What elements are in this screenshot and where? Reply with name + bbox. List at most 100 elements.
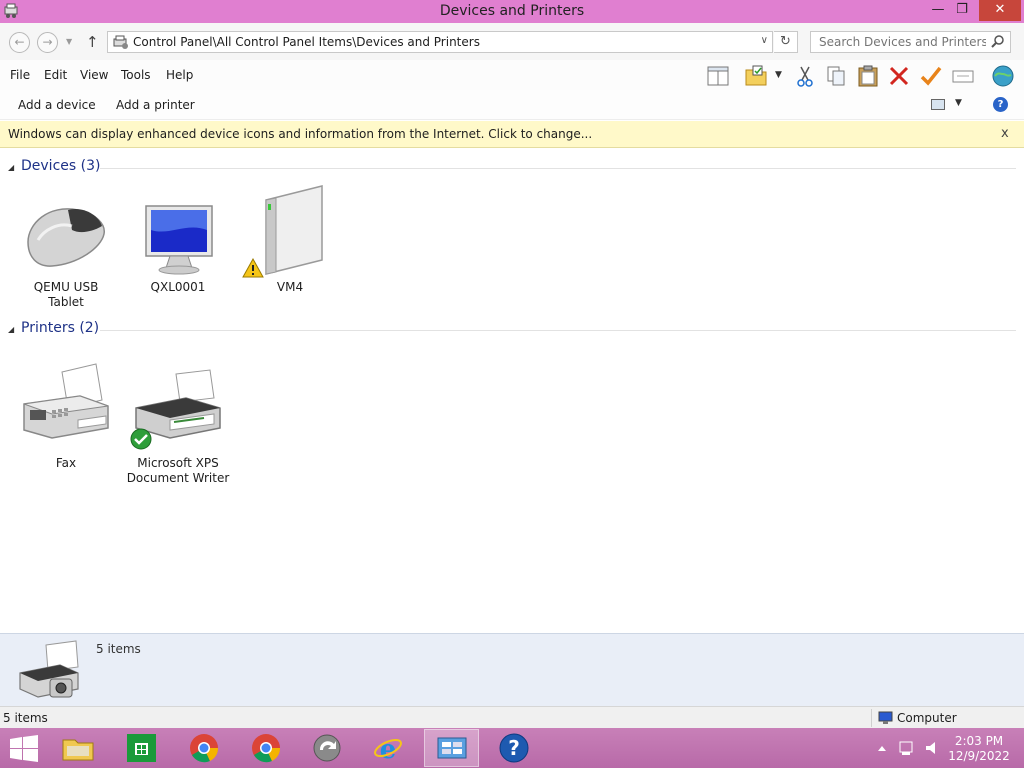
device-item-vm4[interactable]: VM4 bbox=[238, 182, 342, 312]
add-device-button[interactable]: Add a device bbox=[18, 98, 96, 112]
monitor-icon bbox=[145, 205, 213, 275]
devices-printers-large-icon bbox=[19, 640, 79, 698]
search-icon[interactable] bbox=[991, 34, 1005, 48]
recent-locations-dropdown[interactable]: ▼ bbox=[66, 37, 72, 46]
back-button[interactable]: ← bbox=[9, 32, 30, 53]
view-options-dropdown-icon[interactable]: ▼ bbox=[955, 98, 962, 108]
info-bar-close-icon[interactable]: x bbox=[1001, 126, 1009, 141]
store-icon bbox=[127, 734, 156, 762]
device-item-qxl0001[interactable]: QXL0001 bbox=[126, 182, 230, 312]
preview-pane-icon[interactable] bbox=[706, 64, 730, 88]
network-icon bbox=[899, 741, 913, 753]
taskbar-devices-printers[interactable] bbox=[424, 729, 479, 767]
status-divider bbox=[871, 709, 872, 727]
folder-options-dropdown-icon[interactable]: ▼ bbox=[775, 70, 782, 80]
taskbar: e ? 2:03 PM 12/9/2022 bbox=[0, 728, 1024, 768]
internet-explorer-icon: e bbox=[374, 735, 402, 763]
folder-options-icon[interactable] bbox=[744, 64, 768, 88]
back-arrow-icon: ← bbox=[14, 35, 25, 49]
printer-label: Fax bbox=[55, 456, 77, 470]
help-support-icon: ? bbox=[499, 733, 529, 763]
taskbar-file-explorer[interactable] bbox=[51, 729, 106, 767]
address-path[interactable]: Control Panel\All Control Panel Items\De… bbox=[133, 35, 480, 49]
printer-label: Microsoft XPS Document Writer bbox=[126, 456, 230, 485]
details-item-count: 5 items bbox=[96, 642, 141, 656]
file-explorer-icon bbox=[62, 739, 94, 761]
window-title: Devices and Printers bbox=[439, 3, 585, 19]
taskbar-internet-explorer[interactable]: e bbox=[361, 729, 416, 767]
printers-group-header[interactable]: ◢ Printers (2) bbox=[0, 320, 1024, 344]
show-hidden-icons-icon bbox=[878, 746, 886, 751]
printer-item-microsoft-xps-document-writer[interactable]: Microsoft XPS Document Writer bbox=[126, 358, 230, 488]
rename-icon[interactable] bbox=[951, 64, 975, 88]
device-label: QXL0001 bbox=[150, 280, 206, 294]
info-bar[interactable]: Windows can display enhanced device icon… bbox=[0, 121, 1024, 148]
refresh-button[interactable]: ↻ bbox=[774, 31, 798, 53]
copy-icon[interactable] bbox=[824, 64, 848, 88]
sync-arrow-icon bbox=[313, 734, 341, 762]
menu-help[interactable]: Help bbox=[166, 68, 193, 82]
printers-group-label[interactable]: Printers (2) bbox=[21, 320, 99, 336]
change-view-icon[interactable] bbox=[931, 99, 945, 110]
taskbar-sync-app[interactable] bbox=[300, 729, 355, 767]
taskbar-chrome-2[interactable] bbox=[239, 729, 294, 767]
command-bar: Add a device Add a printer ▼ ? bbox=[0, 90, 1024, 120]
internet-globe-icon[interactable] bbox=[991, 64, 1015, 88]
chrome-icon bbox=[252, 734, 281, 763]
details-pane: 5 items bbox=[0, 633, 1024, 706]
up-arrow-icon: ↑ bbox=[86, 33, 99, 51]
help-icon[interactable]: ? bbox=[993, 97, 1008, 112]
address-bar-row: ← → ▼ ↑ Control Panel\All Control Panel … bbox=[0, 23, 1024, 60]
devices-group-header[interactable]: ◢ Devices (3) bbox=[0, 158, 1024, 182]
system-tray[interactable] bbox=[876, 740, 946, 756]
info-bar-message[interactable]: Windows can display enhanced device icon… bbox=[8, 127, 592, 141]
fax-icon bbox=[23, 363, 109, 439]
start-button[interactable] bbox=[8, 735, 40, 762]
taskbar-help[interactable]: ? bbox=[487, 729, 542, 767]
properties-check-icon[interactable] bbox=[919, 64, 943, 88]
address-dropdown-icon[interactable]: ∨ bbox=[761, 35, 768, 46]
chrome-icon bbox=[190, 734, 219, 763]
device-label: QEMU USB Tablet bbox=[33, 280, 99, 309]
add-printer-button[interactable]: Add a printer bbox=[116, 98, 195, 112]
forward-button[interactable]: → bbox=[37, 32, 58, 53]
title-bar: Devices and Printers — ❐ ✕ bbox=[0, 0, 1024, 23]
warning-icon bbox=[242, 258, 264, 278]
maximize-button[interactable]: ❐ bbox=[947, 0, 977, 21]
menu-view[interactable]: View bbox=[80, 68, 108, 82]
taskbar-chrome-1[interactable] bbox=[177, 729, 232, 767]
printer-item-fax[interactable]: Fax bbox=[14, 358, 118, 488]
close-button[interactable]: ✕ bbox=[979, 0, 1021, 21]
status-bar: 5 items Computer bbox=[0, 706, 1024, 728]
status-zone: Computer bbox=[897, 711, 957, 725]
forward-arrow-icon: → bbox=[42, 35, 53, 49]
status-item-count: 5 items bbox=[3, 711, 48, 725]
devices-content-area: ◢ Devices (3) QEMU USB Tablet QXL0001 VM… bbox=[0, 148, 1024, 633]
search-input[interactable] bbox=[811, 32, 986, 52]
mouse-icon bbox=[27, 208, 105, 267]
volume-icon bbox=[926, 742, 935, 754]
menu-file[interactable]: File bbox=[10, 68, 30, 82]
menu-edit[interactable]: Edit bbox=[44, 68, 67, 82]
search-box[interactable] bbox=[810, 31, 1011, 53]
paste-icon[interactable] bbox=[856, 64, 880, 88]
clock-date: 12/9/2022 bbox=[948, 749, 1010, 763]
control-panel-icon bbox=[113, 35, 128, 49]
default-printer-check-icon bbox=[130, 428, 152, 450]
menu-tools[interactable]: Tools bbox=[121, 68, 151, 82]
taskbar-store[interactable] bbox=[114, 729, 169, 767]
cut-icon[interactable] bbox=[793, 64, 817, 88]
device-item-qemu-usb-tablet[interactable]: QEMU USB Tablet bbox=[14, 182, 118, 312]
devices-group-label[interactable]: Devices (3) bbox=[21, 158, 100, 174]
control-panel-icon bbox=[437, 737, 467, 759]
clock-time: 2:03 PM bbox=[954, 734, 1004, 748]
taskbar-clock[interactable]: 2:03 PM 12/9/2022 bbox=[948, 734, 1010, 764]
delete-icon[interactable] bbox=[887, 64, 911, 88]
computer-icon bbox=[878, 711, 893, 724]
up-button[interactable]: ↑ bbox=[86, 33, 99, 51]
collapse-arrow-icon[interactable]: ◢ bbox=[8, 163, 14, 172]
group-divider bbox=[100, 168, 1016, 169]
collapse-arrow-icon[interactable]: ◢ bbox=[8, 325, 14, 334]
address-box[interactable]: Control Panel\All Control Panel Items\De… bbox=[107, 31, 773, 53]
refresh-icon: ↻ bbox=[780, 34, 791, 49]
